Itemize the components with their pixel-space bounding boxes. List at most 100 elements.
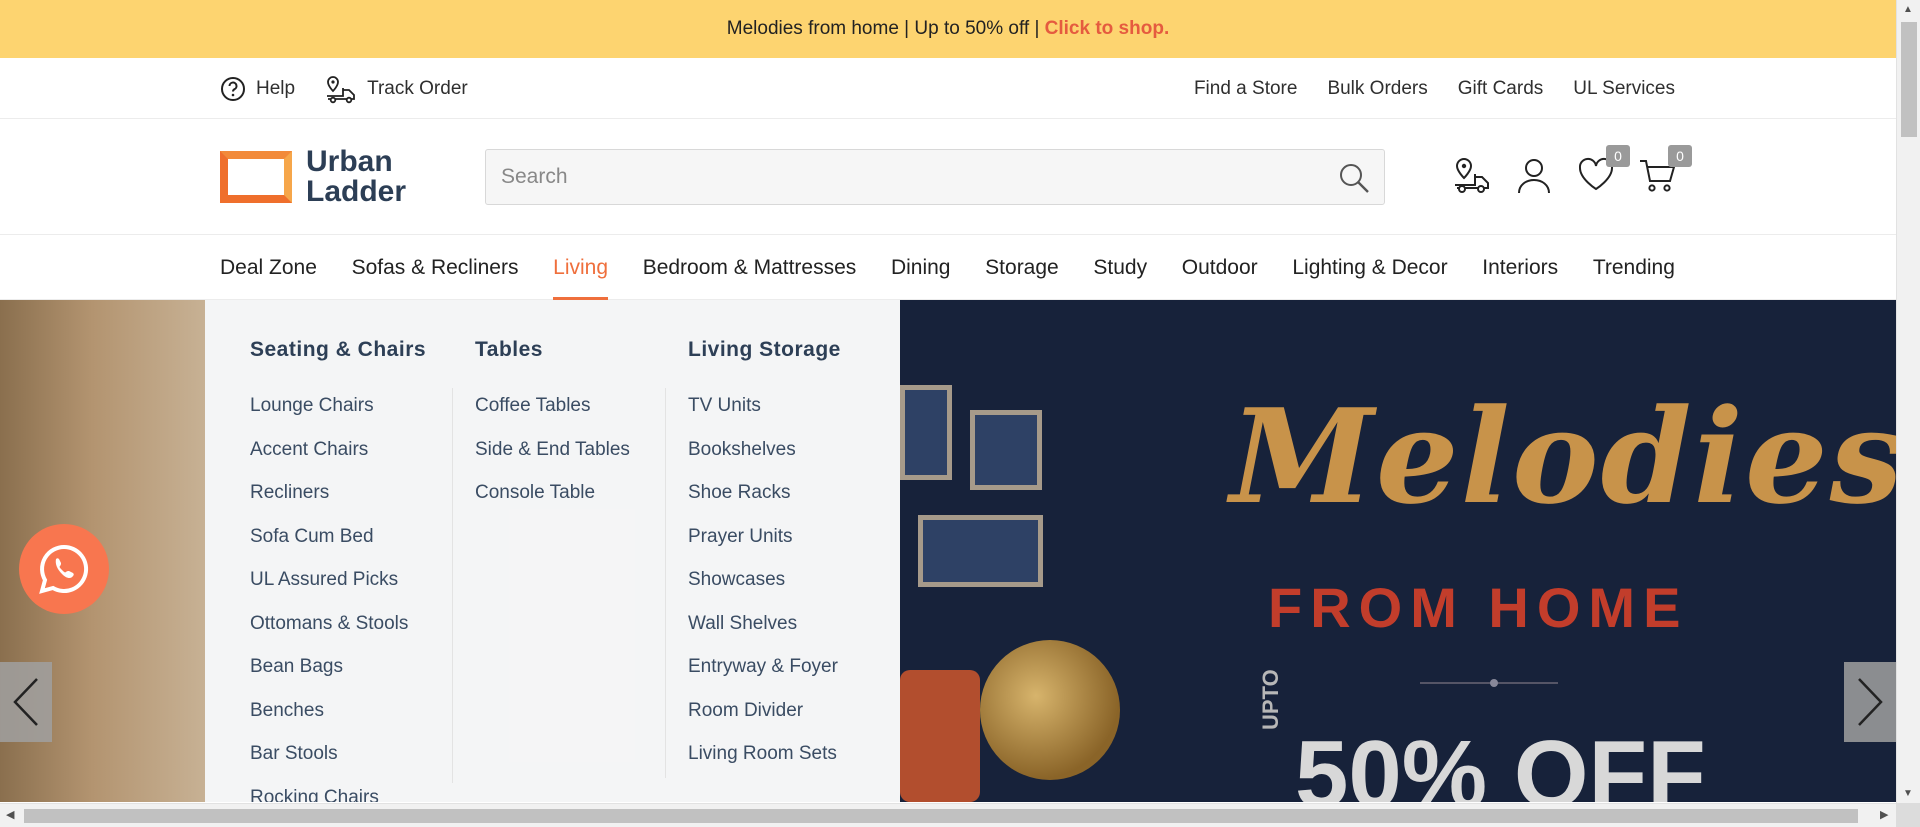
wall-frame <box>918 515 1043 587</box>
menu-column-title[interactable]: Living Storage <box>688 338 888 362</box>
menu-column-divider <box>452 388 453 783</box>
nav-trending[interactable]: Trending <box>1593 235 1675 300</box>
hero-headline: Melodies <box>1230 380 1896 533</box>
help-link[interactable]: Help <box>220 76 295 102</box>
scrollbar-corner <box>1896 803 1920 827</box>
nav-deal-zone[interactable]: Deal Zone <box>220 235 317 300</box>
menu-item[interactable]: Living Room Sets <box>688 732 888 776</box>
find-store-link[interactable]: Find a Store <box>1194 78 1298 100</box>
menu-item[interactable]: Lounge Chairs <box>250 384 450 428</box>
store-locator-icon <box>1455 157 1489 193</box>
hero-upto: UPTO <box>1258 669 1283 730</box>
hero-offer: 50% OFF <box>1295 721 1706 802</box>
delivery-truck-icon <box>327 75 355 103</box>
wall-frame <box>900 385 952 480</box>
main-header: Urban Ladder 0 0 <box>0 119 1896 235</box>
search-input[interactable] <box>486 150 1384 204</box>
cart-button[interactable]: 0 <box>1638 145 1692 195</box>
store-locator-button[interactable] <box>1452 155 1492 195</box>
nav-outdoor[interactable]: Outdoor <box>1182 235 1258 300</box>
menu-column-tables: Tables Coffee Tables Side & End Tables C… <box>475 300 665 515</box>
menu-item[interactable]: Accent Chairs <box>250 428 450 472</box>
help-icon <box>221 76 245 101</box>
hero-divider <box>1420 682 1558 684</box>
menu-column-living-storage: Living Storage TV Units Bookshelves Shoe… <box>688 300 888 776</box>
help-label: Help <box>256 77 296 99</box>
track-order-label: Track Order <box>367 77 468 99</box>
account-button[interactable] <box>1514 155 1554 195</box>
menu-item[interactable]: Console Table <box>475 471 665 515</box>
gramophone <box>980 640 1120 780</box>
promo-cta-link[interactable]: Click to shop. <box>1045 18 1170 39</box>
menu-item[interactable]: Bar Stools <box>250 732 450 776</box>
promo-text: Melodies from home | Up to 50% off | <box>726 18 1045 39</box>
gift-cards-link[interactable]: Gift Cards <box>1458 78 1544 100</box>
logo-mark <box>220 151 292 203</box>
nav-sofas-recliners[interactable]: Sofas & Recliners <box>352 235 519 300</box>
logo-line-2: Ladder <box>306 175 407 208</box>
menu-column-divider <box>665 388 666 778</box>
horizontal-scrollbar[interactable]: ◀ ▶ <box>0 803 1896 827</box>
bulk-orders-link[interactable]: Bulk Orders <box>1327 78 1427 100</box>
hero-subheadline: FROM HOME <box>1268 576 1689 639</box>
promo-banner[interactable]: Melodies from home | Up to 50% off | Cli… <box>0 0 1896 58</box>
carousel-prev-button[interactable] <box>0 662 52 742</box>
menu-item[interactable]: Coffee Tables <box>475 384 665 428</box>
utility-bar: Help Track Order Find a Store Bulk Order… <box>0 58 1896 119</box>
menu-item[interactable]: Rocking Chairs <box>250 776 450 803</box>
nav-living[interactable]: Living <box>553 235 608 300</box>
wishlist-button[interactable]: 0 <box>1576 145 1630 195</box>
logo-text: Urban Ladder <box>306 147 406 207</box>
menu-item[interactable]: UL Assured Picks <box>250 558 450 602</box>
whatsapp-button[interactable] <box>19 524 109 614</box>
menu-item[interactable]: Showcases <box>688 558 888 602</box>
menu-item[interactable]: Wall Shelves <box>688 602 888 646</box>
ul-services-link[interactable]: UL Services <box>1573 78 1675 100</box>
menu-item[interactable]: Ottomans & Stools <box>250 602 450 646</box>
scroll-down-arrow[interactable]: ▼ <box>1903 788 1913 799</box>
nav-storage[interactable]: Storage <box>985 235 1059 300</box>
search-box <box>485 149 1385 205</box>
category-nav: Deal Zone Sofas & Recliners Living Bedro… <box>0 235 1896 300</box>
menu-item[interactable]: Prayer Units <box>688 515 888 559</box>
menu-item[interactable]: Sofa Cum Bed <box>250 515 450 559</box>
menu-item[interactable]: Side & End Tables <box>475 428 665 472</box>
nav-dining[interactable]: Dining <box>891 235 951 300</box>
chevron-right-icon <box>1858 678 1883 726</box>
menu-item[interactable]: Room Divider <box>688 689 888 733</box>
orange-chair <box>900 670 980 802</box>
menu-item[interactable]: Bookshelves <box>688 428 888 472</box>
menu-item[interactable]: Shoe Racks <box>688 471 888 515</box>
logo-line-1: Urban <box>306 145 393 178</box>
search-icon[interactable] <box>1338 162 1370 194</box>
scroll-right-arrow[interactable]: ▶ <box>1880 808 1888 821</box>
carousel-next-button[interactable] <box>1844 662 1896 742</box>
horizontal-scroll-thumb[interactable] <box>24 809 1858 823</box>
menu-item[interactable]: Entryway & Foyer <box>688 645 888 689</box>
menu-item[interactable]: TV Units <box>688 384 888 428</box>
menu-item[interactable]: Bean Bags <box>250 645 450 689</box>
wishlist-count-badge: 0 <box>1606 145 1630 167</box>
hero-divider-dot <box>1490 679 1498 687</box>
nav-study[interactable]: Study <box>1093 235 1147 300</box>
wall-frame <box>970 410 1042 490</box>
vertical-scrollbar[interactable]: ▲ ▼ <box>1896 0 1920 803</box>
urban-ladder-logo[interactable]: Urban Ladder <box>220 147 406 207</box>
nav-interiors[interactable]: Interiors <box>1482 235 1558 300</box>
whatsapp-icon <box>39 544 89 594</box>
living-mega-menu: Seating & Chairs Lounge Chairs Accent Ch… <box>205 300 900 802</box>
menu-column-title[interactable]: Tables <box>475 338 665 362</box>
scroll-up-arrow[interactable]: ▲ <box>1903 4 1913 15</box>
vertical-scroll-thumb[interactable] <box>1901 22 1917 137</box>
menu-column-seating: Seating & Chairs Lounge Chairs Accent Ch… <box>250 300 450 802</box>
menu-item[interactable]: Recliners <box>250 471 450 515</box>
scroll-left-arrow[interactable]: ◀ <box>6 808 14 821</box>
track-order-link[interactable]: Track Order <box>325 74 468 104</box>
cart-count-badge: 0 <box>1668 145 1692 167</box>
nav-lighting-decor[interactable]: Lighting & Decor <box>1292 235 1447 300</box>
nav-bedroom-mattresses[interactable]: Bedroom & Mattresses <box>643 235 857 300</box>
user-icon <box>1518 159 1550 194</box>
menu-column-title[interactable]: Seating & Chairs <box>250 338 450 362</box>
menu-item[interactable]: Benches <box>250 689 450 733</box>
chevron-left-icon <box>13 678 38 726</box>
